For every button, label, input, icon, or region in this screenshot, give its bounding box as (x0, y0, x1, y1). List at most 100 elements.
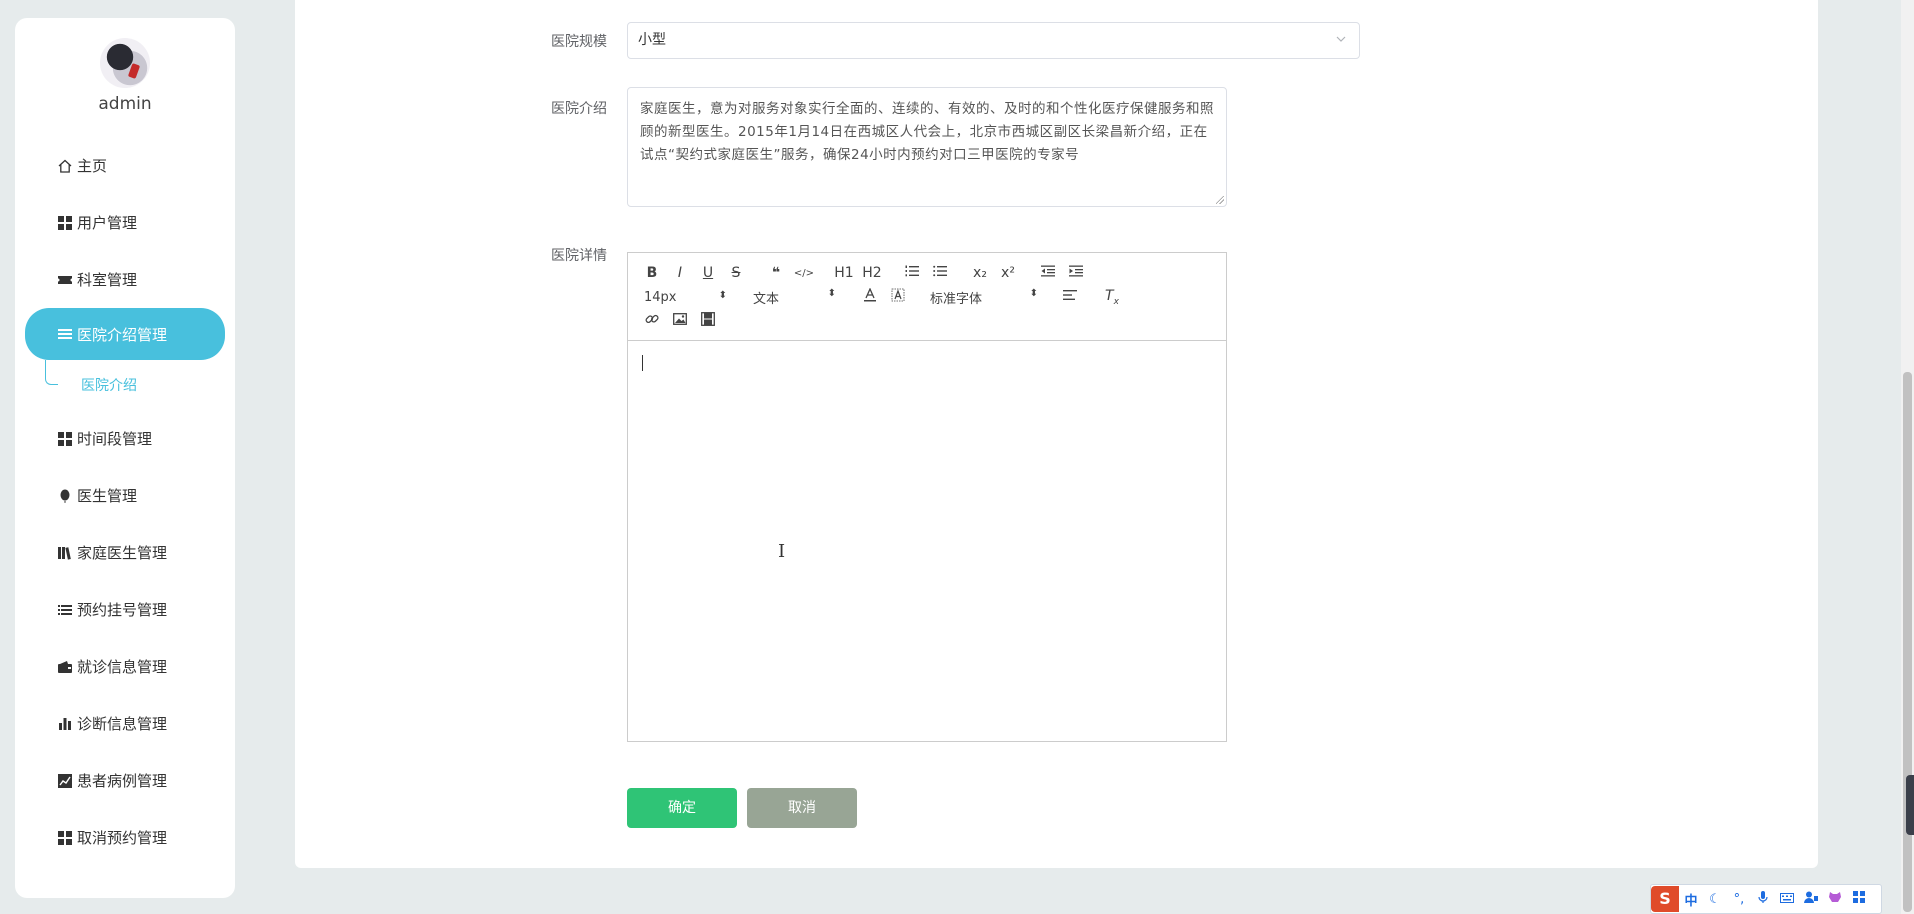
ticket-icon (58, 273, 72, 287)
updown-caret-icon: ⬍ (1029, 287, 1038, 299)
outdent-button[interactable] (1034, 265, 1062, 281)
toolbox-grid-icon[interactable] (1847, 891, 1871, 907)
confirm-button[interactable]: 确定 (627, 788, 737, 828)
user-block: admin (15, 38, 235, 114)
home-icon (58, 159, 72, 173)
punctuation-icon[interactable]: °, (1727, 892, 1751, 907)
subscript-button[interactable]: x₂ (966, 265, 994, 281)
cancel-button[interactable]: 取消 (747, 788, 857, 828)
menu-label: 时间段管理 (77, 430, 153, 448)
link-button[interactable] (638, 312, 666, 330)
menu-label: 诊断信息管理 (77, 715, 168, 733)
menu-item-departments[interactable]: 科室管理 (15, 251, 235, 308)
h1-button[interactable]: H1 (830, 265, 858, 281)
strike-button[interactable]: S (722, 265, 750, 281)
font-size-select[interactable]: 14px ⬍ (638, 290, 733, 305)
superscript-button[interactable]: x² (994, 265, 1022, 281)
menu-label: 科室管理 (77, 271, 138, 289)
menu-item-visit-info[interactable]: 就诊信息管理 (15, 638, 235, 695)
image-icon (673, 313, 687, 325)
menu-item-users[interactable]: 用户管理 (15, 194, 235, 251)
ordered-list-button[interactable] (898, 265, 926, 281)
menu-item-diagnosis[interactable]: 诊断信息管理 (15, 695, 235, 752)
link-icon (645, 314, 659, 324)
tree-connector (45, 360, 58, 385)
skin-icon[interactable] (1823, 891, 1847, 907)
bullet-list-icon (933, 265, 947, 277)
microphone-icon[interactable] (1751, 890, 1775, 908)
updown-caret-icon: ⬍ (718, 289, 727, 301)
indent-icon (1069, 265, 1083, 277)
font-color-icon (864, 287, 876, 302)
video-button[interactable] (694, 312, 722, 330)
clear-format-button[interactable]: Tx (1098, 288, 1126, 307)
menu-item-doctors[interactable]: 医生管理 (15, 467, 235, 524)
avatar[interactable] (100, 38, 150, 88)
grid-icon (58, 431, 72, 446)
ordered-list-icon (905, 265, 919, 277)
menu-label: 预约挂号管理 (77, 601, 168, 619)
updown-caret-icon: ⬍ (827, 287, 836, 299)
editor-toolbar: B I U S ❝ </> H1 H2 x₂ x² 14px ⬍ 文本 ⬍ 标准… (628, 253, 1226, 341)
intro-label: 医院介绍 (551, 101, 607, 117)
intro-text: 家庭医生，意为对服务对象实行全面的、连续的、有效的、及时的和个性化医疗保健服务和… (640, 101, 1214, 163)
bold-button[interactable]: B (638, 265, 666, 281)
bar-chart-icon (58, 717, 72, 731)
align-button[interactable] (1056, 289, 1084, 305)
code-button[interactable]: </> (790, 268, 818, 279)
floating-side-tab[interactable] (1906, 775, 1914, 835)
scale-label: 医院规模 (551, 34, 607, 50)
outdent-icon (1041, 265, 1055, 277)
rich-text-editor: B I U S ❝ </> H1 H2 x₂ x² 14px ⬍ 文本 ⬍ 标准… (627, 252, 1227, 742)
submenu-item-hospital-intro[interactable]: 医院介绍 (15, 360, 235, 410)
bullet-list-button[interactable] (926, 265, 954, 281)
menu-item-cancel-appointments[interactable]: 取消预约管理 (15, 809, 235, 866)
username: admin (98, 94, 152, 114)
ibeam-cursor-icon: I (778, 541, 786, 562)
toolbar-row (638, 309, 1216, 333)
menu-label: 医院介绍管理 (77, 325, 168, 344)
header-select[interactable]: 文本 ⬍ (747, 288, 842, 307)
menu-label: 取消预约管理 (77, 829, 168, 847)
menu-label: 医生管理 (77, 487, 138, 505)
ime-mode-toggle[interactable]: 中 (1679, 890, 1703, 909)
font-color-button[interactable] (856, 287, 884, 306)
italic-button[interactable]: I (666, 265, 694, 281)
books-icon (58, 546, 72, 560)
intro-textarea[interactable]: 家庭医生，意为对服务对象实行全面的、连续的、有效的、及时的和个性化医疗保健服务和… (627, 87, 1227, 207)
list-icon (58, 327, 72, 341)
font-size-value: 14px (644, 289, 677, 305)
image-button[interactable] (666, 313, 694, 329)
list-icon (58, 603, 72, 617)
h2-button[interactable]: H2 (858, 265, 886, 281)
grid-icon (58, 215, 72, 230)
text-caret (642, 355, 643, 371)
menu-item-hospital-intro[interactable]: 医院介绍管理 (25, 308, 225, 360)
menu-item-home[interactable]: 主页 (15, 137, 235, 194)
background-color-icon (891, 288, 905, 302)
keyboard-icon[interactable] (1775, 892, 1799, 907)
menu-item-time-slots[interactable]: 时间段管理 (15, 410, 235, 467)
indent-button[interactable] (1062, 265, 1090, 281)
wallet-icon (58, 660, 72, 674)
font-family-select[interactable]: 标准字体 ⬍ (924, 288, 1044, 307)
editor-content-area[interactable]: I (628, 341, 1226, 741)
background-color-button[interactable] (884, 288, 912, 306)
resize-handle[interactable] (1216, 196, 1224, 204)
menu-item-family-doctors[interactable]: 家庭医生管理 (15, 524, 235, 581)
chevron-down-icon (1335, 23, 1347, 58)
balloon-icon (58, 489, 72, 503)
ime-logo-icon[interactable]: S (1651, 886, 1679, 912)
user-icon[interactable] (1799, 891, 1823, 907)
underline-button[interactable]: U (694, 265, 722, 281)
moon-icon[interactable]: ☾ (1703, 892, 1727, 907)
side-menu: 主页 用户管理 科室管理 医院介绍管理 医院介绍 时间段管理 医生管理 家庭医生… (15, 137, 235, 866)
menu-label: 主页 (77, 157, 108, 175)
scale-select[interactable]: 小型 (627, 22, 1360, 59)
header-select-value: 文本 (753, 291, 780, 307)
menu-item-appointments[interactable]: 预约挂号管理 (15, 581, 235, 638)
menu-item-case-records[interactable]: 患者病例管理 (15, 752, 235, 809)
blockquote-button[interactable]: ❝ (762, 265, 790, 281)
video-icon (701, 312, 715, 326)
menu-label: 患者病例管理 (77, 772, 168, 790)
